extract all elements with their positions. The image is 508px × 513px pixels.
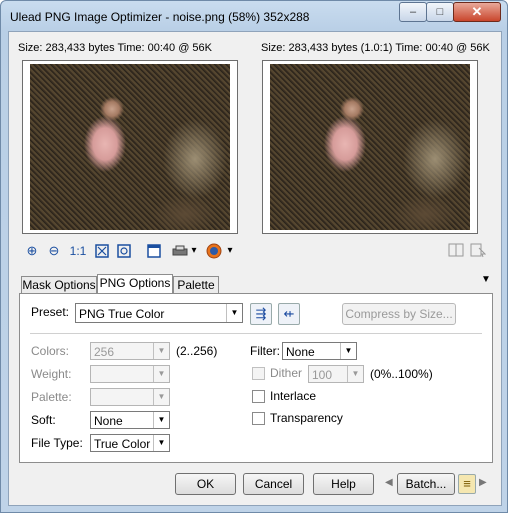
batch-prev-icon[interactable]: ◀ bbox=[385, 477, 393, 488]
printer-icon[interactable] bbox=[171, 242, 189, 260]
window-title: Ulead PNG Image Optimizer - noise.png (5… bbox=[10, 10, 310, 24]
ok-button[interactable]: OK bbox=[175, 473, 236, 495]
optimized-preview-image bbox=[270, 64, 470, 230]
batch-next-icon[interactable]: ▶ bbox=[479, 477, 487, 488]
chevron-down-icon: ▼ bbox=[153, 389, 169, 405]
palette-select[interactable]: ▼ bbox=[90, 388, 170, 406]
dither-range: (0%..100%) bbox=[370, 367, 433, 381]
title-bar[interactable]: Ulead PNG Image Optimizer - noise.png (5… bbox=[1, 1, 507, 31]
help-button[interactable]: Help bbox=[313, 473, 374, 495]
batch-button[interactable]: Batch... bbox=[397, 473, 455, 495]
tab-palette[interactable]: Palette bbox=[173, 276, 219, 294]
zoom-out-icon[interactable]: ⊖ bbox=[45, 242, 63, 260]
filter-label: Filter: bbox=[250, 344, 280, 358]
batch-list-icon[interactable]: ≡ bbox=[458, 474, 476, 494]
maximize-button[interactable]: □ bbox=[426, 2, 454, 22]
preset-value: PNG True Color bbox=[79, 307, 165, 321]
original-size-info: Size: 283,433 bytes Time: 00:40 @ 56K bbox=[18, 42, 213, 54]
minimize-icon: – bbox=[409, 6, 417, 18]
chevron-down-icon: ▼ bbox=[153, 435, 169, 451]
cancel-button[interactable]: Cancel bbox=[243, 473, 304, 495]
tab-mask-options[interactable]: Mask Options bbox=[21, 276, 97, 294]
original-preview-image bbox=[30, 64, 230, 230]
original-preview-pane[interactable] bbox=[22, 60, 238, 234]
preview-toolbar: ⊕ ⊖ 1:1 ▾ ▾ bbox=[23, 240, 263, 262]
transparency-checkbox[interactable] bbox=[252, 412, 265, 425]
browser-menu-arrow-icon[interactable]: ▾ bbox=[225, 242, 235, 260]
colors-label: Colors: bbox=[31, 344, 70, 358]
png-options-panel: Preset: PNG True Color ▼ ⇶ ⇷ Compress by… bbox=[19, 293, 493, 463]
chevron-down-icon: ▼ bbox=[347, 366, 363, 382]
divider bbox=[30, 333, 482, 334]
dialog-window: Ulead PNG Image Optimizer - noise.png (5… bbox=[0, 0, 508, 513]
chevron-down-icon: ▼ bbox=[226, 304, 242, 322]
compare-view-icon[interactable] bbox=[447, 242, 465, 260]
weight-select[interactable]: ▼ bbox=[90, 365, 170, 383]
actual-size-button[interactable]: 1:1 bbox=[67, 242, 89, 260]
chevron-down-icon: ▼ bbox=[153, 412, 169, 428]
colors-value: 256 bbox=[94, 345, 115, 359]
dither-label: Dither bbox=[270, 366, 303, 380]
preview-window-icon[interactable] bbox=[145, 242, 163, 260]
zoom-in-icon[interactable]: ⊕ bbox=[23, 242, 41, 260]
preset-label: Preset: bbox=[31, 305, 70, 319]
interlace-label: Interlace bbox=[270, 389, 317, 403]
dialog-body: Size: 283,433 bytes Time: 00:40 @ 56K Si… bbox=[8, 31, 502, 506]
dither-checkbox[interactable] bbox=[252, 367, 265, 380]
chevron-down-icon: ▼ bbox=[153, 343, 169, 359]
close-button[interactable]: ✕ bbox=[453, 2, 501, 22]
file-type-select[interactable]: True Color ▼ bbox=[90, 434, 170, 452]
optimized-preview-pane[interactable] bbox=[262, 60, 478, 234]
maximize-icon: □ bbox=[436, 6, 444, 18]
filter-select[interactable]: None ▼ bbox=[282, 342, 357, 360]
delete-preset-icon[interactable]: ⇷ bbox=[278, 303, 300, 325]
palette-label: Palette: bbox=[31, 390, 72, 404]
close-icon: ✕ bbox=[471, 4, 483, 19]
compress-by-size-button[interactable]: Compress by Size... bbox=[342, 303, 456, 325]
minimize-button[interactable]: – bbox=[399, 2, 427, 22]
file-type-label: File Type: bbox=[31, 436, 83, 450]
tabs-menu-icon[interactable]: ▼ bbox=[481, 274, 491, 285]
dither-value: 100 bbox=[312, 368, 333, 382]
dither-stepper[interactable]: 100 ▼ bbox=[308, 365, 364, 383]
colors-stepper[interactable]: 256 ▼ bbox=[90, 342, 170, 360]
file-type-value: True Color bbox=[94, 437, 151, 451]
zoom-to-fit-icon[interactable] bbox=[115, 242, 133, 260]
optimized-size-info: Size: 283,433 bytes (1.0:1) Time: 00:40 … bbox=[261, 42, 490, 54]
preset-select[interactable]: PNG True Color ▼ bbox=[75, 303, 243, 323]
colors-range: (2..256) bbox=[176, 344, 218, 358]
chevron-down-icon: ▼ bbox=[340, 343, 356, 359]
fit-window-icon[interactable] bbox=[93, 242, 111, 260]
interlace-checkbox[interactable] bbox=[252, 390, 265, 403]
filter-value: None bbox=[286, 345, 315, 359]
printer-menu-arrow-icon[interactable]: ▾ bbox=[189, 242, 199, 260]
soft-value: None bbox=[94, 414, 123, 428]
tab-png-options[interactable]: PNG Options bbox=[97, 274, 173, 295]
browser-preview-icon[interactable] bbox=[205, 242, 223, 260]
chevron-down-icon: ▼ bbox=[153, 366, 169, 382]
transparency-label: Transparency bbox=[270, 411, 343, 425]
soft-select[interactable]: None ▼ bbox=[90, 411, 170, 429]
weight-label: Weight: bbox=[31, 367, 72, 381]
save-preset-icon[interactable]: ⇶ bbox=[250, 303, 272, 325]
soft-label: Soft: bbox=[31, 413, 56, 427]
pointer-options-icon[interactable] bbox=[469, 242, 487, 260]
